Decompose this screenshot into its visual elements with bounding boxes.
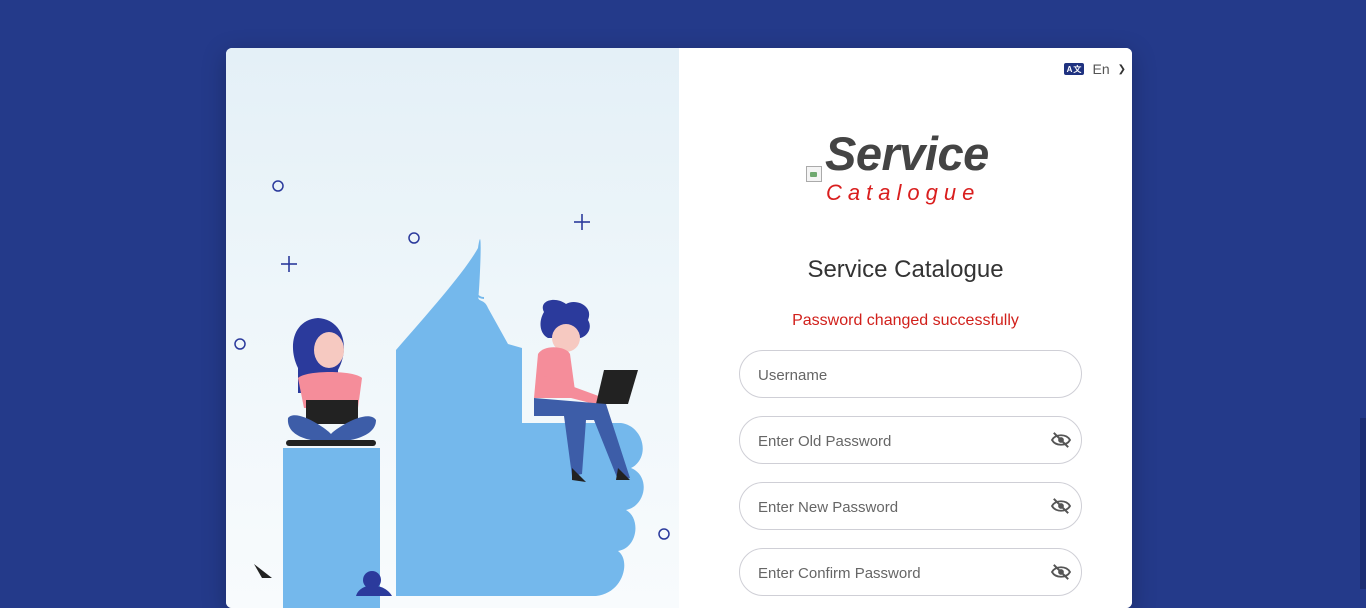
- logo: Service Catalogue: [806, 127, 1021, 212]
- page-title: Service Catalogue: [807, 256, 1004, 283]
- illustration-panel: [226, 48, 679, 608]
- new-password-field[interactable]: [739, 482, 1082, 531]
- confirm-password-input[interactable]: [756, 549, 1040, 597]
- new-password-input[interactable]: [756, 483, 1040, 531]
- broken-image-icon: [806, 166, 822, 182]
- eye-slash-icon[interactable]: [1050, 497, 1072, 515]
- thumbs-up-illustration: [234, 180, 670, 608]
- language-label: En: [1092, 61, 1110, 77]
- chevron-down-icon[interactable]: ❯: [1118, 64, 1126, 75]
- logo-sub-text: Catalogue: [826, 180, 981, 205]
- eye-slash-icon[interactable]: [1050, 563, 1072, 581]
- form-panel: A文 En ❯ Service Catalogue Service Catalo…: [679, 48, 1132, 608]
- username-input[interactable]: [756, 351, 1040, 399]
- logo-main-text: Service: [825, 127, 989, 180]
- language-selector[interactable]: A文 En ❯: [1064, 60, 1126, 78]
- page-scrollbar[interactable]: [1360, 418, 1366, 589]
- login-card: A文 En ❯ Service Catalogue Service Catalo…: [226, 48, 1132, 608]
- old-password-field[interactable]: [739, 416, 1082, 465]
- status-message: Password changed successfully: [792, 312, 1019, 329]
- translate-icon: A文: [1064, 63, 1085, 75]
- username-field[interactable]: [739, 350, 1082, 399]
- eye-slash-icon[interactable]: [1050, 431, 1072, 449]
- old-password-input[interactable]: [756, 417, 1040, 465]
